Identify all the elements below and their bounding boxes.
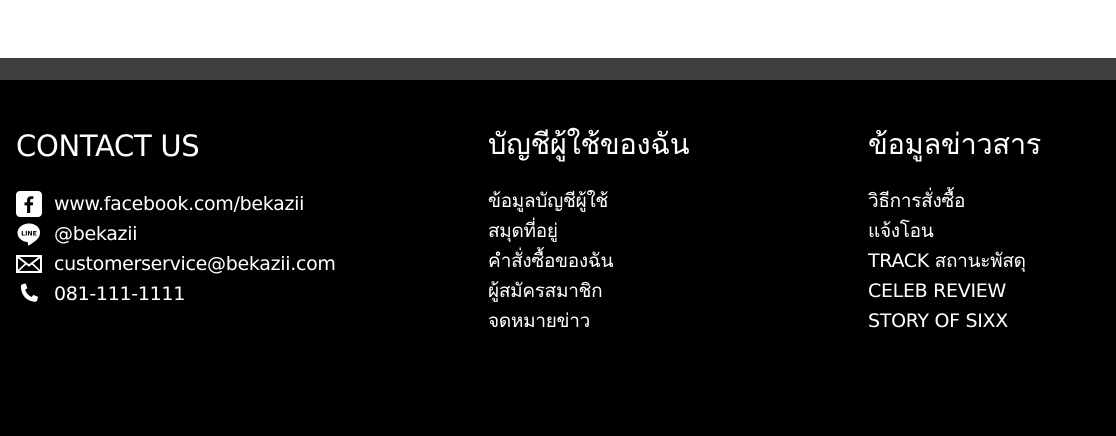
membership-link[interactable]: ผู้สมัครสมาชิก	[488, 280, 603, 302]
how-to-order-link[interactable]: วิธีการสั่งซื้อ	[868, 190, 965, 212]
svg-text:LINE: LINE	[21, 231, 37, 238]
list-item: สมุดที่อยู่	[488, 216, 613, 246]
mail-icon	[16, 251, 42, 277]
list-item: STORY OF SIXX	[868, 306, 1026, 336]
footer-divider-bar	[0, 58, 1116, 80]
list-item: คำสั่งซื้อของฉัน	[488, 246, 613, 276]
list-item: CELEB REVIEW	[868, 276, 1026, 306]
list-item: ผู้สมัครสมาชิก	[488, 276, 613, 306]
contact-item-phone: 081-111-1111	[16, 279, 336, 309]
celeb-review-link[interactable]: CELEB REVIEW	[868, 280, 1006, 302]
news-heading: ข้อมูลข่าวสาร	[868, 127, 1042, 161]
list-item: แจ้งโอน	[868, 216, 1026, 246]
contact-list: www.facebook.com/bekazii LINE @bekazii c…	[16, 189, 336, 309]
newsletter-link[interactable]: จดหมายข่าว	[488, 310, 590, 332]
contact-item-email: customerservice@bekazii.com	[16, 249, 336, 279]
payment-notice-link[interactable]: แจ้งโอน	[868, 220, 934, 242]
list-item: จดหมายข่าว	[488, 306, 613, 336]
list-item: ข้อมูลบัญชีผู้ใช้	[488, 186, 613, 216]
news-link-list: วิธีการสั่งซื้อ แจ้งโอน TRACK สถานะพัสดุ…	[868, 186, 1026, 336]
account-info-link[interactable]: ข้อมูลบัญชีผู้ใช้	[488, 190, 608, 212]
list-item: วิธีการสั่งซื้อ	[868, 186, 1026, 216]
line-icon: LINE	[16, 221, 42, 247]
contact-item-line: LINE @bekazii	[16, 219, 336, 249]
facebook-link[interactable]: www.facebook.com/bekazii	[54, 193, 304, 215]
phone-link[interactable]: 081-111-1111	[54, 283, 185, 305]
email-link[interactable]: customerservice@bekazii.com	[54, 253, 336, 275]
account-link-list: ข้อมูลบัญชีผู้ใช้ สมุดที่อยู่ คำสั่งซื้อ…	[488, 186, 613, 336]
phone-icon	[16, 281, 42, 307]
story-of-sixx-link[interactable]: STORY OF SIXX	[868, 310, 1008, 332]
contact-heading: CONTACT US	[16, 129, 200, 163]
my-orders-link[interactable]: คำสั่งซื้อของฉัน	[488, 250, 613, 272]
line-link[interactable]: @bekazii	[54, 223, 138, 245]
site-footer: CONTACT US www.facebook.com/bekazii LINE	[0, 80, 1116, 436]
track-parcel-link[interactable]: TRACK สถานะพัสดุ	[868, 250, 1026, 272]
address-book-link[interactable]: สมุดที่อยู่	[488, 220, 558, 242]
contact-item-facebook: www.facebook.com/bekazii	[16, 189, 336, 219]
account-heading: บัญชีผู้ใช้ของฉัน	[488, 127, 690, 161]
facebook-icon	[16, 191, 42, 217]
list-item: TRACK สถานะพัสดุ	[868, 246, 1026, 276]
page-content-area	[0, 0, 1116, 58]
